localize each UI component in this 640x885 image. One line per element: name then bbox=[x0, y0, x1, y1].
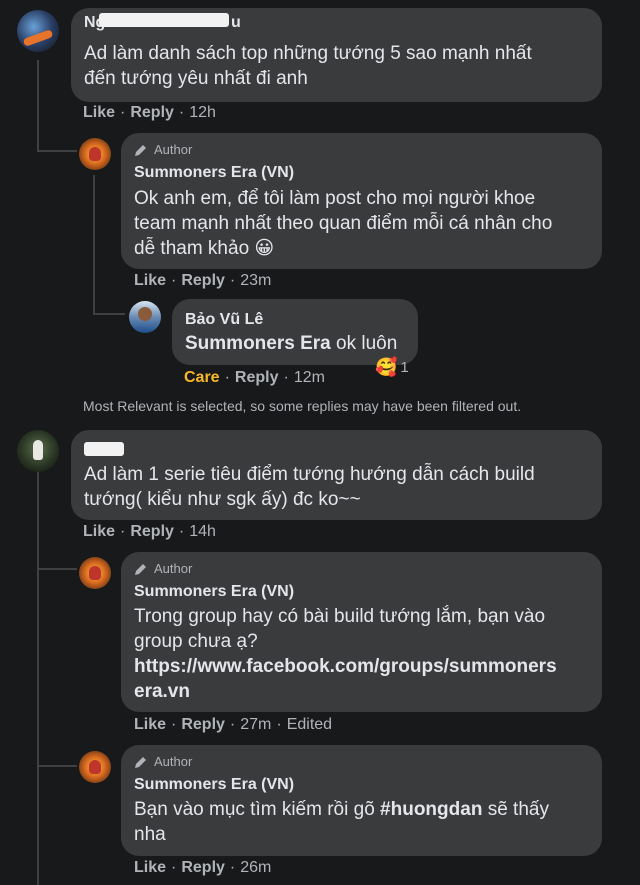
timestamp[interactable]: 26m bbox=[240, 859, 271, 877]
timestamp[interactable]: 14h bbox=[189, 523, 216, 541]
author-badge: Author bbox=[134, 561, 192, 576]
thread-line bbox=[37, 150, 77, 152]
like-button[interactable]: Like bbox=[134, 272, 166, 290]
comment-bubble: Bảo Vũ Lê Summoners Era ok luôn bbox=[172, 299, 418, 365]
reaction-summary[interactable]: 🥰 1 bbox=[375, 357, 409, 378]
author-badge: Author bbox=[134, 142, 192, 157]
comment-bubble: Ad làm 1 serie tiêu điểm tướng hướng dẫn… bbox=[71, 430, 602, 520]
comment-bubble: Author Summoners Era (VN) Ok anh em, để … bbox=[121, 133, 602, 269]
avatar[interactable] bbox=[17, 430, 59, 472]
edited-label[interactable]: Edited bbox=[287, 716, 332, 734]
avatar-person bbox=[138, 307, 152, 321]
like-button[interactable]: Like bbox=[134, 716, 166, 734]
text-line: Trong group hay có bài build tướng lắm, … bbox=[134, 606, 546, 627]
group-link[interactable]: https://www.facebook.com/groups/summoner… bbox=[134, 654, 557, 679]
comment-actions: Like · Reply · 14h bbox=[83, 523, 216, 541]
comment-actions: Like · Reply · 27m · Edited bbox=[134, 716, 333, 734]
reaction-count: 1 bbox=[400, 359, 409, 376]
avatar-face bbox=[89, 147, 101, 161]
text-before: Bạn vào mục tìm kiếm rồi gõ bbox=[134, 799, 381, 820]
like-button[interactable]: Like bbox=[134, 859, 166, 877]
timestamp[interactable]: 27m bbox=[240, 716, 271, 734]
pencil-icon bbox=[135, 563, 146, 575]
comment-text: Bạn vào mục tìm kiếm rồi gõ #huongdan sẽ… bbox=[134, 797, 549, 847]
text-line: tướng( kiểu như sgk ấy) đc ko~~ bbox=[84, 489, 361, 510]
author-badge-label: Author bbox=[154, 142, 193, 157]
mention-link[interactable]: Summoners Era bbox=[185, 333, 331, 354]
avatar[interactable] bbox=[17, 10, 59, 52]
author-badge-label: Author bbox=[154, 561, 193, 576]
comment-actions: Care · Reply · 12m bbox=[184, 369, 325, 387]
reply-button[interactable]: Reply bbox=[181, 716, 225, 734]
reply-button[interactable]: Reply bbox=[130, 523, 174, 541]
comment-text: Ad làm 1 serie tiêu điểm tướng hướng dẫn… bbox=[84, 462, 535, 512]
text-line: team mạnh nhất theo quan điểm mỗi cá nhâ… bbox=[134, 213, 553, 234]
hashtag-link[interactable]: #huongdan bbox=[380, 799, 482, 820]
text-line: dễ tham khảo 😀 bbox=[134, 238, 275, 259]
thread-line bbox=[37, 60, 39, 152]
timestamp[interactable]: 23m bbox=[240, 272, 271, 290]
timestamp[interactable]: 12m bbox=[294, 369, 325, 387]
thread-line bbox=[37, 470, 39, 885]
thread-line bbox=[37, 568, 77, 570]
filter-note: Most Relevant is selected, so some repli… bbox=[83, 398, 522, 414]
comment-bubble: Author Summoners Era (VN) Bạn vào mục tì… bbox=[121, 745, 602, 856]
text-line: đến tướng yêu nhất đi anh bbox=[84, 68, 308, 89]
comment-text: Ad làm danh sách top những tướng 5 sao m… bbox=[84, 41, 532, 91]
comment-actions: Like · Reply · 12h bbox=[83, 104, 216, 122]
text-line: Ad làm danh sách top những tướng 5 sao m… bbox=[84, 43, 532, 64]
pencil-icon bbox=[135, 756, 146, 768]
avatar[interactable] bbox=[79, 557, 111, 589]
like-button[interactable]: Like bbox=[83, 104, 115, 122]
avatar-face bbox=[89, 760, 101, 774]
comment-author-name[interactable]: Bảo Vũ Lê bbox=[185, 311, 263, 329]
thread-line bbox=[93, 313, 125, 315]
text-after: sẽ thấy bbox=[482, 799, 549, 820]
author-badge: Author bbox=[134, 754, 192, 769]
comment-actions: Like · Reply · 23m bbox=[134, 272, 272, 290]
care-reaction-icon: 🥰 bbox=[375, 357, 398, 377]
comment-author-name[interactable]: Summoners Era (VN) bbox=[134, 583, 294, 601]
text-line: Bạn vào mục tìm kiếm rồi gõ #huongdan sẽ… bbox=[134, 797, 549, 822]
text-line: group chưa ạ? bbox=[134, 631, 258, 652]
comment-bubble: Author Summoners Era (VN) Trong group ha… bbox=[121, 552, 602, 712]
pencil-icon bbox=[135, 144, 146, 156]
comment-text: Trong group hay có bài build tướng lắm, … bbox=[134, 604, 557, 704]
redacted-name bbox=[84, 442, 124, 456]
thread-line bbox=[93, 175, 95, 315]
avatar[interactable] bbox=[79, 138, 111, 170]
like-button[interactable]: Like bbox=[83, 523, 115, 541]
comment-actions: Like · Reply · 26m bbox=[134, 859, 272, 877]
avatar-face bbox=[89, 566, 101, 580]
text-rest: ok luôn bbox=[330, 333, 398, 354]
avatar-flare bbox=[22, 29, 54, 47]
reply-button[interactable]: Reply bbox=[235, 369, 279, 387]
redacted-name bbox=[99, 13, 229, 27]
text-line: nha bbox=[134, 824, 166, 845]
thread-line bbox=[37, 765, 77, 767]
comment-text: Ok anh em, để tôi làm post cho mọi người… bbox=[134, 186, 552, 261]
reply-button[interactable]: Reply bbox=[181, 272, 225, 290]
avatar-figure bbox=[33, 440, 43, 460]
reply-button[interactable]: Reply bbox=[181, 859, 225, 877]
avatar[interactable] bbox=[129, 301, 161, 333]
avatar[interactable] bbox=[79, 751, 111, 783]
author-badge-label: Author bbox=[154, 754, 193, 769]
comment-author-name[interactable]: Summoners Era (VN) bbox=[134, 164, 294, 182]
comment-text: Summoners Era ok luôn bbox=[185, 331, 397, 356]
text-line: Ok anh em, để tôi làm post cho mọi người… bbox=[134, 188, 536, 209]
timestamp[interactable]: 12h bbox=[189, 104, 216, 122]
care-button[interactable]: Care bbox=[184, 369, 220, 387]
comment-author-name[interactable]: Summoners Era (VN) bbox=[134, 776, 294, 794]
text-line: Ad làm 1 serie tiêu điểm tướng hướng dẫn… bbox=[84, 464, 535, 485]
reply-button[interactable]: Reply bbox=[130, 104, 174, 122]
comment-author-name-end: u bbox=[231, 14, 241, 31]
group-link[interactable]: era.vn bbox=[134, 679, 557, 704]
comment-bubble: Ng u Ad làm danh sách top những tướng 5 … bbox=[71, 8, 602, 102]
